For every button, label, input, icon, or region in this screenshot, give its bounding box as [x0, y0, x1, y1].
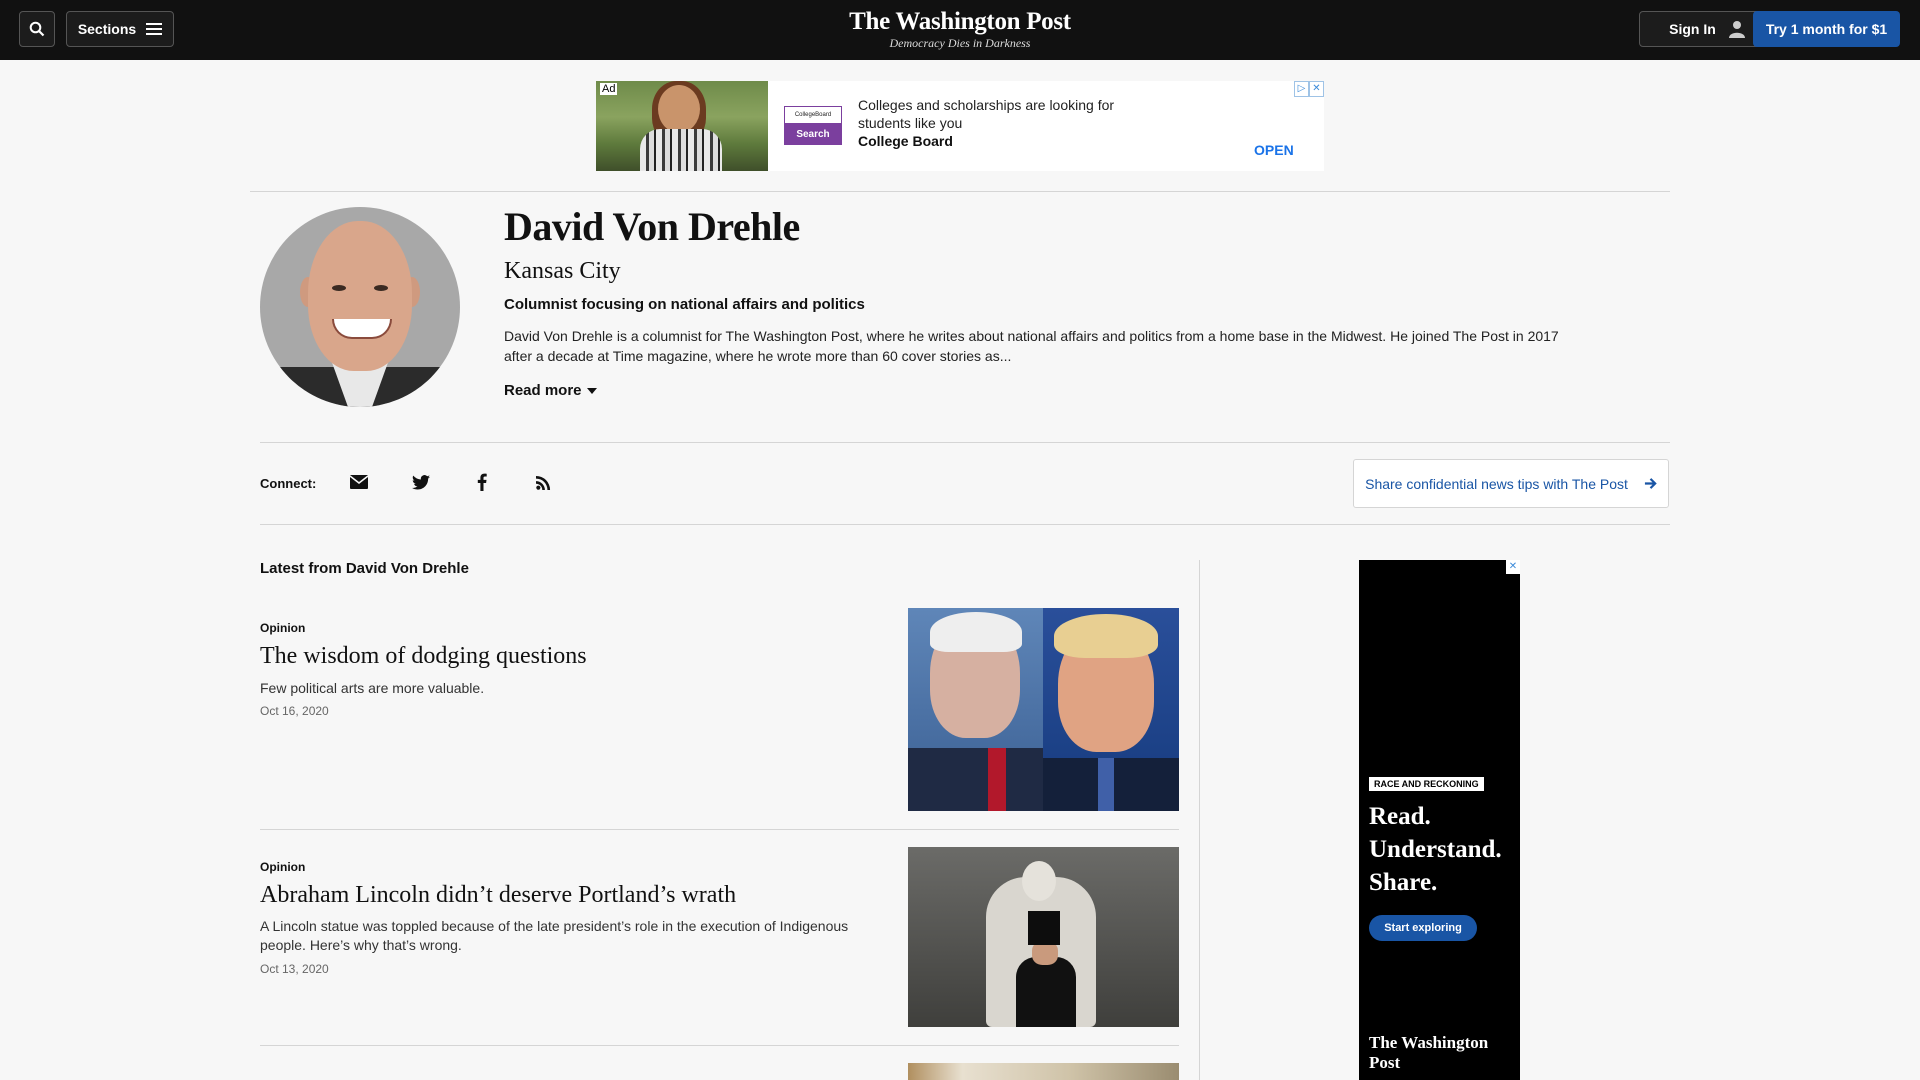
top-navigation-bar: Sections The Washington Post Democracy D…	[0, 0, 1920, 60]
article-image[interactable]	[908, 847, 1179, 1027]
divider	[260, 442, 1670, 443]
column-divider	[1199, 560, 1200, 1080]
article-image[interactable]	[908, 608, 1179, 811]
latest-heading: Latest from David Von Drehle	[260, 560, 469, 577]
search-icon	[29, 21, 45, 37]
sign-in-label: Sign In	[1669, 21, 1716, 37]
user-icon	[1728, 21, 1745, 38]
ad-label: Ad	[600, 83, 618, 95]
facebook-link[interactable]	[470, 470, 494, 494]
author-avatar	[260, 207, 460, 407]
twitter-icon	[412, 474, 430, 490]
email-link[interactable]	[347, 470, 371, 494]
top-banner-ad[interactable]: Ad CollegeBoard Search Colleges and scho…	[596, 81, 1324, 171]
read-more-button[interactable]: Read more	[504, 382, 597, 399]
news-tips-label: Share confidential news tips with The Po…	[1365, 475, 1628, 492]
sections-label: Sections	[77, 21, 137, 37]
caret-down-icon	[586, 387, 597, 394]
divider	[250, 191, 1670, 192]
ad-open-button[interactable]: OPEN	[1254, 142, 1294, 158]
author-name: David Von Drehle	[504, 204, 800, 249]
sections-menu-button[interactable]: Sections	[66, 11, 174, 47]
article-image[interactable]	[908, 1063, 1179, 1080]
site-tagline: Democracy Dies in Darkness	[889, 36, 1031, 50]
article-headline[interactable]: The wisdom of dodging questions	[260, 641, 587, 671]
ad-photo	[596, 81, 768, 171]
ad-text: Colleges and scholarships are looking fo…	[858, 97, 1115, 131]
divider	[260, 1045, 1179, 1046]
ad-brand-name: CollegeBoard	[784, 106, 842, 124]
ad-close-icon[interactable]: ✕	[1506, 560, 1520, 574]
divider	[260, 524, 1670, 525]
article-kicker[interactable]: Opinion	[260, 621, 305, 635]
ad-info-icon[interactable]: ▷	[1294, 81, 1309, 97]
ad-headline: Read. Understand. Share.	[1369, 800, 1502, 899]
rss-icon	[535, 475, 550, 490]
news-tips-button[interactable]: Share confidential news tips with The Po…	[1353, 459, 1669, 508]
read-more-label: Read more	[504, 382, 582, 399]
divider	[260, 829, 1179, 830]
sidebar-ad[interactable]: ✕ RACE AND RECKONING Read. Understand. S…	[1359, 560, 1520, 1080]
rss-link[interactable]	[531, 470, 555, 494]
search-button[interactable]	[19, 11, 55, 47]
ad-headline-line: Understand.	[1369, 836, 1502, 863]
arrow-right-icon	[1644, 478, 1657, 489]
masthead[interactable]: The Washington Post Democracy Dies in Da…	[760, 8, 1160, 50]
ad-brand-logo: CollegeBoard Search	[784, 106, 842, 145]
facebook-icon	[477, 473, 487, 491]
ad-brand-logo: The Washington Post	[1369, 1033, 1489, 1072]
ad-headline-line: Read.	[1369, 803, 1431, 830]
email-icon	[350, 475, 368, 489]
author-bio: David Von Drehle is a columnist for The …	[504, 328, 1559, 364]
ad-tag: RACE AND RECKONING	[1369, 777, 1484, 791]
twitter-link[interactable]	[409, 470, 433, 494]
start-exploring-button[interactable]: Start exploring	[1369, 915, 1477, 941]
article-date: Oct 13, 2020	[260, 962, 329, 976]
author-role: Columnist focusing on national affairs a…	[504, 296, 865, 313]
ad-company: College Board	[858, 133, 953, 149]
ad-headline-line: Share.	[1369, 869, 1438, 896]
article-blurb: A Lincoln statue was toppled because of …	[260, 918, 849, 953]
connect-label: Connect:	[260, 476, 317, 491]
ad-choices[interactable]: ▷ ✕	[1294, 81, 1324, 97]
hamburger-icon	[146, 23, 163, 35]
ad-brand-search: Search	[796, 129, 830, 140]
article-blurb: Few political arts are more valuable.	[260, 680, 485, 696]
subscribe-trial-button[interactable]: Try 1 month for $1	[1753, 11, 1900, 47]
article-date: Oct 16, 2020	[260, 704, 329, 718]
article-kicker[interactable]: Opinion	[260, 860, 305, 874]
ad-close-icon[interactable]: ✕	[1309, 81, 1324, 97]
author-location: Kansas City	[504, 258, 621, 284]
site-logo[interactable]: The Washington Post	[760, 8, 1160, 36]
article-headline[interactable]: Abraham Lincoln didn’t deserve Portland’…	[260, 880, 736, 910]
